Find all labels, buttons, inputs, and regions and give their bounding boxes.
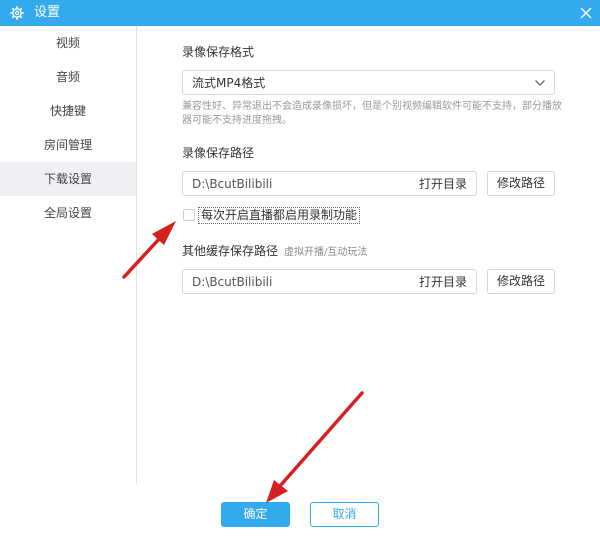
ok-button[interactable]: 确定 [221,502,290,527]
sidebar-item-shortcuts[interactable]: 快捷键 [0,94,136,128]
title-bar: 设置 [0,0,600,26]
record-path-field[interactable]: D:\BcutBilibili 打开目录 [182,171,477,196]
auto-record-checkbox[interactable] [183,209,195,221]
annotation-arrow-ok-shaft [278,391,364,488]
chevron-down-icon [535,80,545,86]
cache-path-subtitle: 虚拟开播/互动玩法 [284,247,368,258]
cache-path-title-text: 其他缓存保存路径 [182,244,279,258]
cancel-button[interactable]: 取消 [310,502,379,527]
sidebar-item-download-settings[interactable]: 下载设置 [0,162,136,196]
record-path-value: D:\BcutBilibili [192,177,273,191]
window-title: 设置 [34,5,61,20]
record-open-directory-link[interactable]: 打开目录 [419,176,467,192]
sidebar-item-video[interactable]: 视频 [0,26,136,60]
cache-change-path-button[interactable]: 修改路径 [487,269,555,294]
auto-record-label[interactable]: 每次开启直播都启用录制功能 [198,207,361,224]
record-change-path-button[interactable]: 修改路径 [487,171,555,196]
sidebar-item-global-settings[interactable]: 全局设置 [0,196,136,230]
cache-open-directory-link[interactable]: 打开目录 [419,274,467,290]
cache-path-title: 其他缓存保存路径 虚拟开播/互动玩法 [182,243,367,261]
sidebar-item-audio[interactable]: 音频 [0,60,136,94]
cache-path-value: D:\BcutBilibili [192,275,273,289]
annotation-arrow-ok-head [266,480,288,503]
record-format-title: 录像保存格式 [182,45,255,59]
record-path-title: 录像保存路径 [182,146,255,160]
gear-icon [10,6,24,20]
record-format-hint: 兼容性好、异常退出不会造成录像损坏，但是个别视频编辑软件可能不支持，部分播放器可… [182,101,562,126]
annotation-arrow-checkbox-head [152,221,176,245]
record-format-value: 流式MP4格式 [192,76,266,90]
sidebar-item-room-management[interactable]: 房间管理 [0,128,136,162]
settings-sidebar: 视频 音频 快捷键 房间管理 下载设置 全局设置 [0,26,137,484]
close-icon[interactable] [579,6,593,20]
record-format-select[interactable]: 流式MP4格式 [182,70,555,95]
cache-path-field[interactable]: D:\BcutBilibili 打开目录 [182,269,477,294]
